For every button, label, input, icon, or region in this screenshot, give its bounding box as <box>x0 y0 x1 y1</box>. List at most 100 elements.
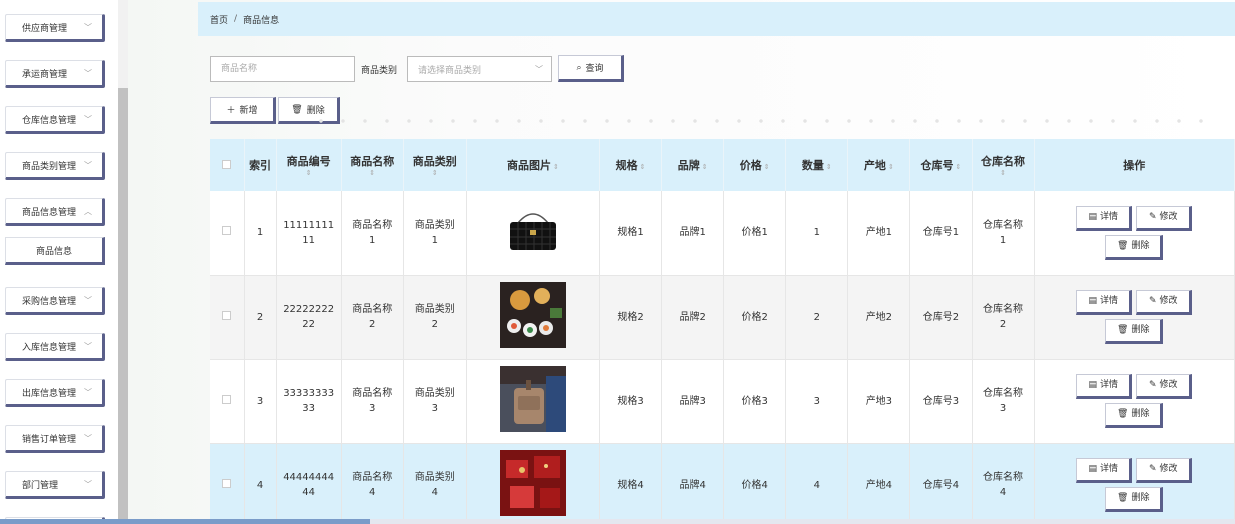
header-ops: 操作 <box>1034 139 1235 191</box>
sort-icon: ⇕ <box>763 163 770 171</box>
pencil-icon: ✎ <box>1149 379 1157 390</box>
menu-purchase[interactable]: 采购信息管理 ﹀ <box>5 287 105 315</box>
checkbox[interactable] <box>222 226 232 236</box>
scrollbar-thumb[interactable] <box>0 519 370 524</box>
plus-icon: ＋ <box>226 106 236 116</box>
header-price[interactable]: 价格 ⇕ <box>723 139 787 191</box>
menu-product-info[interactable]: 商品信息管理 ︿ <box>5 198 105 226</box>
chevron-down-icon: ﹀ <box>84 434 92 443</box>
menu-outbound[interactable]: 出库信息管理 ﹀ <box>5 379 105 407</box>
chevron-down-icon: ﹀ <box>84 69 92 78</box>
cell-brand: 品牌1 <box>661 191 725 276</box>
delete-button[interactable]: 🗑 删除 <box>1105 403 1164 428</box>
chevron-down-icon: ﹀ <box>84 296 92 305</box>
trash-icon: 🗑 <box>1117 324 1129 335</box>
menu-supplier[interactable]: 供应商管理 ﹀ <box>5 14 105 42</box>
breadcrumb-home[interactable]: 首页 <box>210 13 228 26</box>
menu-carrier[interactable]: 承运商管理 ﹀ <box>5 60 105 88</box>
detail-button[interactable]: ▤ 详情 <box>1076 205 1133 231</box>
pencil-icon: ✎ <box>1149 463 1157 474</box>
row-checkbox-cell[interactable] <box>210 359 245 444</box>
edit-button[interactable]: ✎ 修改 <box>1136 205 1193 231</box>
add-button[interactable]: ＋ 新增 <box>210 97 276 124</box>
detail-button[interactable]: ▤ 详情 <box>1076 458 1133 483</box>
category-select[interactable]: 请选择商品类别 ﹀ <box>407 56 552 82</box>
sort-icon: ⇕ <box>305 168 312 177</box>
sort-icon: ⇕ <box>825 163 832 171</box>
cell-name: 商品名称1 <box>341 191 404 276</box>
cell-image[interactable] <box>466 359 601 444</box>
cell-name: 商品名称2 <box>341 275 404 360</box>
delete-button[interactable]: 🗑 删除 <box>1105 319 1164 344</box>
detail-button[interactable]: ▤ 详情 <box>1076 290 1133 315</box>
checkbox[interactable] <box>222 394 232 404</box>
cell-price: 价格3 <box>723 359 787 444</box>
scrollbar-thumb[interactable] <box>118 88 128 524</box>
sidebar-scrollbar[interactable] <box>118 0 128 524</box>
header-image[interactable]: 商品图片 ⇕ <box>466 139 601 191</box>
submenu-product-info[interactable]: 商品信息 <box>5 237 105 265</box>
menu-inbound[interactable]: 入库信息管理 ﹀ <box>5 333 105 361</box>
cell-image[interactable] <box>466 443 601 524</box>
cell-spec: 规格2 <box>599 275 663 360</box>
cell-qty: 1 <box>785 191 849 276</box>
menu-department[interactable]: 部门管理 ﹀ <box>5 471 105 499</box>
delete-button[interactable]: 🗑 删除 <box>1105 234 1164 260</box>
edit-button[interactable]: ✎ 修改 <box>1136 290 1193 315</box>
header-category[interactable]: 商品类别 ⇕ <box>403 139 467 191</box>
cell-image[interactable] <box>466 275 601 360</box>
cell-qty: 2 <box>785 275 849 360</box>
edit-button[interactable]: ✎ 修改 <box>1136 374 1193 399</box>
cell-ops: ▤ 详情 ✎ 修改 🗑 删除 <box>1034 191 1235 276</box>
menu-warehouse[interactable]: 仓库信息管理 ﹀ <box>5 106 105 134</box>
chevron-up-icon: ︿ <box>84 207 92 216</box>
header-code[interactable]: 商品编号 ⇕ <box>276 139 342 191</box>
decorative-dots <box>310 118 1210 124</box>
product-image[interactable] <box>499 281 566 348</box>
detail-button[interactable]: ▤ 详情 <box>1076 374 1133 399</box>
cell-code: 2222222222 <box>276 275 342 360</box>
search-icon: ⌕ <box>576 62 582 73</box>
trash-icon: 🗑 <box>1117 492 1129 503</box>
product-image[interactable] <box>499 449 566 516</box>
checkbox[interactable] <box>222 159 232 169</box>
row-checkbox-cell[interactable] <box>210 275 245 360</box>
cell-warehouse-name: 仓库名称2 <box>972 275 1035 360</box>
delete-button[interactable]: 🗑 删除 <box>1105 487 1164 512</box>
document-icon: ▤ <box>1088 295 1098 306</box>
product-image[interactable] <box>499 197 566 264</box>
edit-button[interactable]: ✎ 修改 <box>1136 458 1193 483</box>
cell-warehouse-name: 仓库名称3 <box>972 359 1035 444</box>
row-checkbox-cell[interactable] <box>210 191 245 276</box>
cell-image[interactable] <box>466 191 601 276</box>
cell-warehouse-no: 仓库号3 <box>909 359 973 444</box>
pencil-icon: ✎ <box>1149 211 1157 222</box>
cell-warehouse-no: 仓库号2 <box>909 275 973 360</box>
bottom-scrollbar[interactable] <box>0 519 1235 524</box>
document-icon: ▤ <box>1088 211 1098 222</box>
row-checkbox-cell[interactable] <box>210 443 245 524</box>
menu-product-category[interactable]: 商品类别管理 ﹀ <box>5 152 105 180</box>
header-select-all[interactable] <box>210 139 245 191</box>
cell-qty: 4 <box>785 443 849 524</box>
header-warehouse-name[interactable]: 仓库名称 ⇕ <box>972 139 1035 191</box>
header-spec[interactable]: 规格 ⇕ <box>599 139 663 191</box>
header-brand[interactable]: 品牌 ⇕ <box>661 139 725 191</box>
product-name-input[interactable] <box>210 56 355 82</box>
sort-icon: ⇕ <box>701 163 708 171</box>
query-button[interactable]: ⌕ 查询 <box>558 55 624 82</box>
cell-code: 1111111111 <box>276 191 342 276</box>
chevron-down-icon: ﹀ <box>84 115 92 124</box>
checkbox[interactable] <box>222 478 232 488</box>
sort-icon: ⇕ <box>369 168 376 177</box>
cell-price: 价格4 <box>723 443 787 524</box>
header-name[interactable]: 商品名称 ⇕ <box>341 139 404 191</box>
product-table: 索引 商品编号 ⇕ 商品名称 ⇕ 商品类别 ⇕ 商品图片 ⇕ 规格 ⇕ 品牌 ⇕ 价格 ⇕ 数… <box>210 139 1235 524</box>
header-warehouse-no[interactable]: 仓库号 ⇕ <box>909 139 973 191</box>
product-image[interactable] <box>499 365 566 432</box>
checkbox[interactable] <box>222 310 232 320</box>
header-qty[interactable]: 数量 ⇕ <box>785 139 849 191</box>
cell-spec: 规格4 <box>599 443 663 524</box>
header-origin[interactable]: 产地 ⇕ <box>847 139 911 191</box>
menu-sales-order[interactable]: 销售订单管理 ﹀ <box>5 425 105 453</box>
